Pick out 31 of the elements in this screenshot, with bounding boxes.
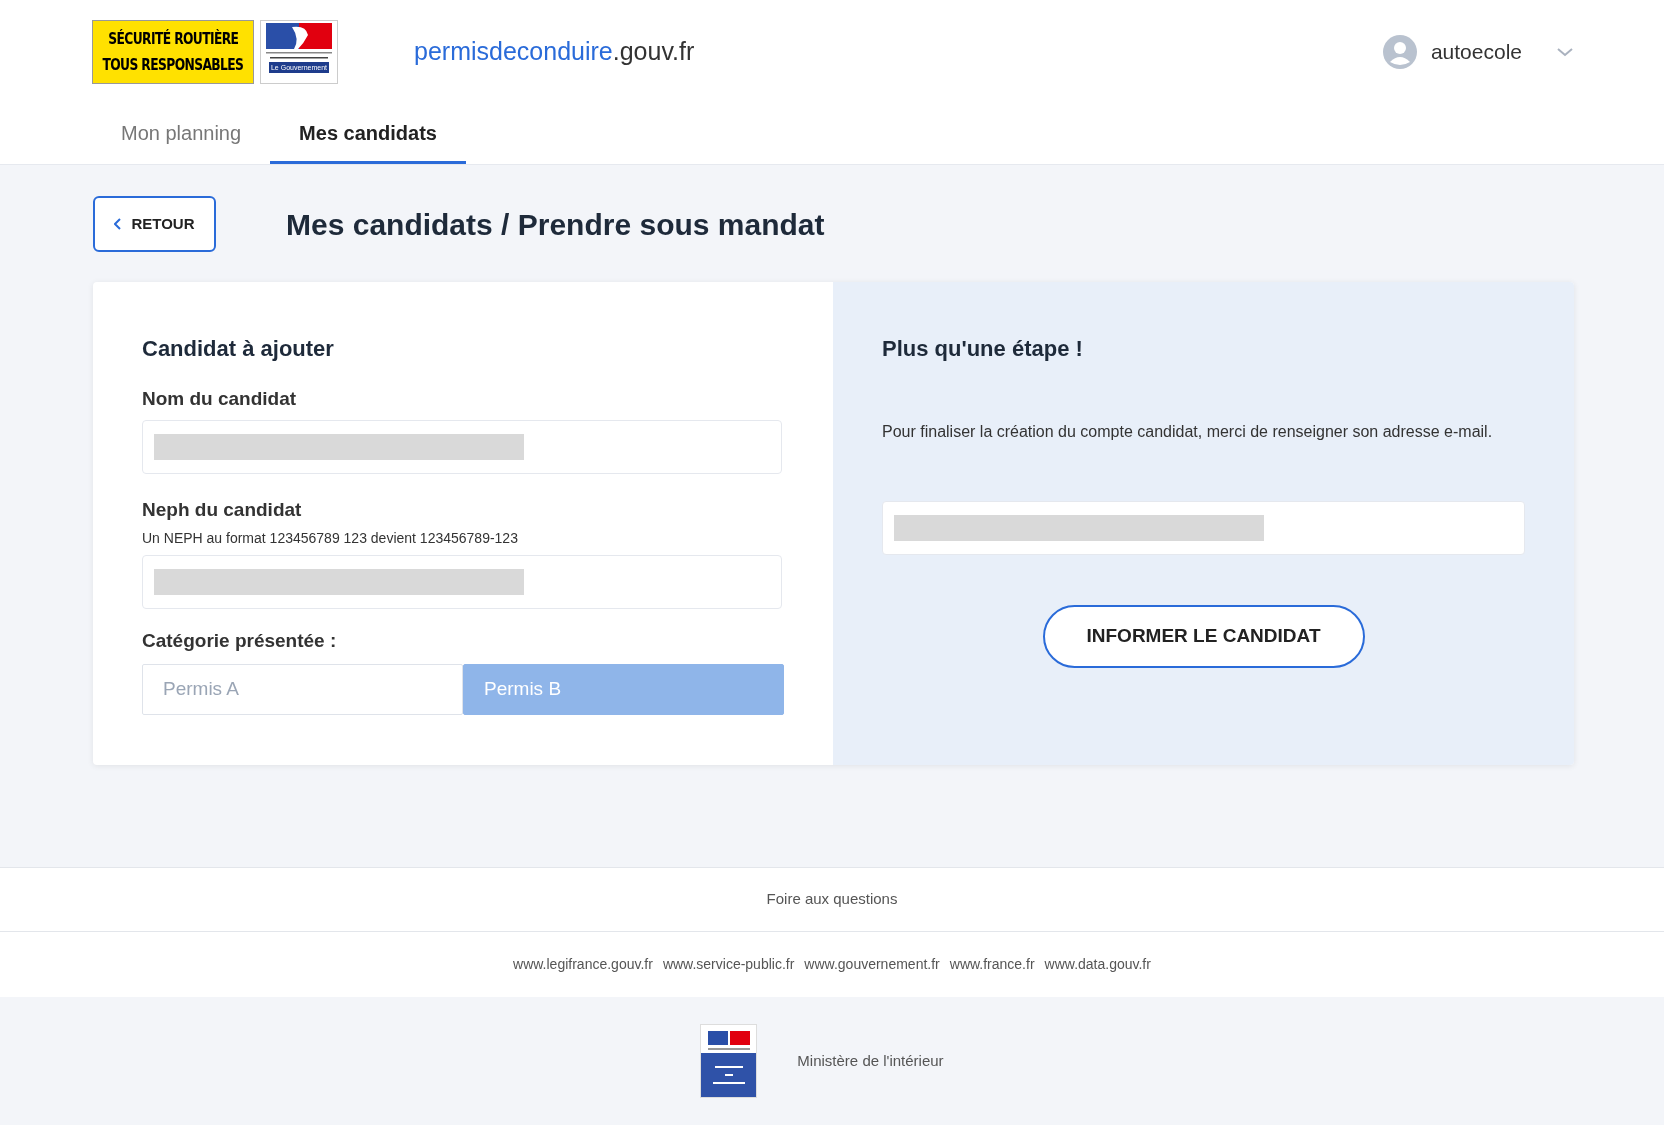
input-field[interactable] <box>142 419 782 474</box>
user-avatar-icon <box>1382 35 1417 69</box>
section-title: Plus qu'une étape ! <box>882 335 1084 363</box>
field-label: Neph du candidat <box>142 497 303 522</box>
footer-link[interactable]: www.service-public.fr <box>662 954 795 975</box>
chevron-left-icon <box>114 218 123 230</box>
marianne-flag-icon <box>264 23 334 49</box>
field-label: Nom du candidat <box>142 387 298 411</box>
footer-link[interactable]: www.data.gouv.fr <box>1044 954 1151 975</box>
inform-candidate-button[interactable]: INFORMER LE CANDIDAT <box>1042 605 1365 668</box>
road-safety-logo: SÉCURITÉ ROUTIÈRE TOUS RESPONSABLES <box>92 20 254 84</box>
footer-link[interactable]: www.france.fr <box>949 954 1035 975</box>
instruction-text: Pour finaliser la création du compte candidat, merci de renseigner son adresse e-mail. <box>882 422 1494 442</box>
ministry-name: Ministère de l'intérieur <box>797 1050 944 1071</box>
flag-icon <box>707 1031 750 1053</box>
ministry-text-lines-icon <box>710 1064 747 1086</box>
input-field[interactable] <box>142 555 782 609</box>
nav-tab[interactable]: Mon planning <box>92 104 271 164</box>
field-label: Catégorie présentée : <box>142 629 338 653</box>
motto-lines-icon <box>266 51 332 60</box>
user-name[interactable]: autoecole <box>1430 36 1522 68</box>
chevron-down-icon[interactable] <box>1556 47 1574 57</box>
footer-link[interactable]: www.legifrance.gouv.fr <box>513 954 653 975</box>
page-title: Mes candidats / Prendre sous mandat <box>286 206 825 243</box>
section-title: Candidat à ajouter <box>142 335 335 363</box>
field-hint: Un NEPH au format 123456789 123 devient 123456789-123 <box>142 529 519 548</box>
site-name-link[interactable]: permisdeconduire.gouv.fr <box>414 33 695 71</box>
input-field[interactable] <box>882 501 1525 555</box>
footer-link[interactable]: www.gouvernement.fr <box>804 954 940 975</box>
faq-link[interactable]: Foire aux questions <box>766 888 898 911</box>
back-button[interactable]: RETOUR <box>93 196 216 252</box>
